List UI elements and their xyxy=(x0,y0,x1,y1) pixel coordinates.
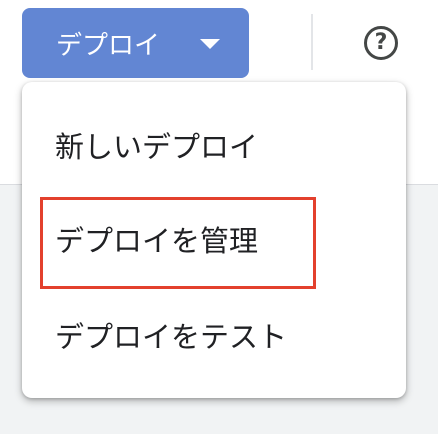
deploy-dropdown-menu: 新しいデプロイ デプロイを管理 デプロイをテスト xyxy=(22,82,406,398)
menu-item-label: 新しいデプロイ xyxy=(55,130,259,164)
page: デプロイ ? 新しいデプロイ デプロイを管理 デプロイをテスト xyxy=(0,0,438,434)
caret-down-icon xyxy=(200,39,220,49)
menu-item-label: デプロイを管理 xyxy=(55,224,259,258)
menu-item-manage-deployments[interactable]: デプロイを管理 xyxy=(22,200,406,278)
deploy-button[interactable]: デプロイ xyxy=(22,8,249,78)
toolbar-divider xyxy=(311,14,313,70)
help-icon[interactable]: ? xyxy=(364,26,398,60)
menu-item-new-deployment[interactable]: 新しいデプロイ xyxy=(22,106,406,184)
deploy-button-label: デプロイ xyxy=(56,30,161,61)
menu-item-test-deployments[interactable]: デプロイをテスト xyxy=(22,296,406,374)
menu-item-label: デプロイをテスト xyxy=(55,320,288,354)
